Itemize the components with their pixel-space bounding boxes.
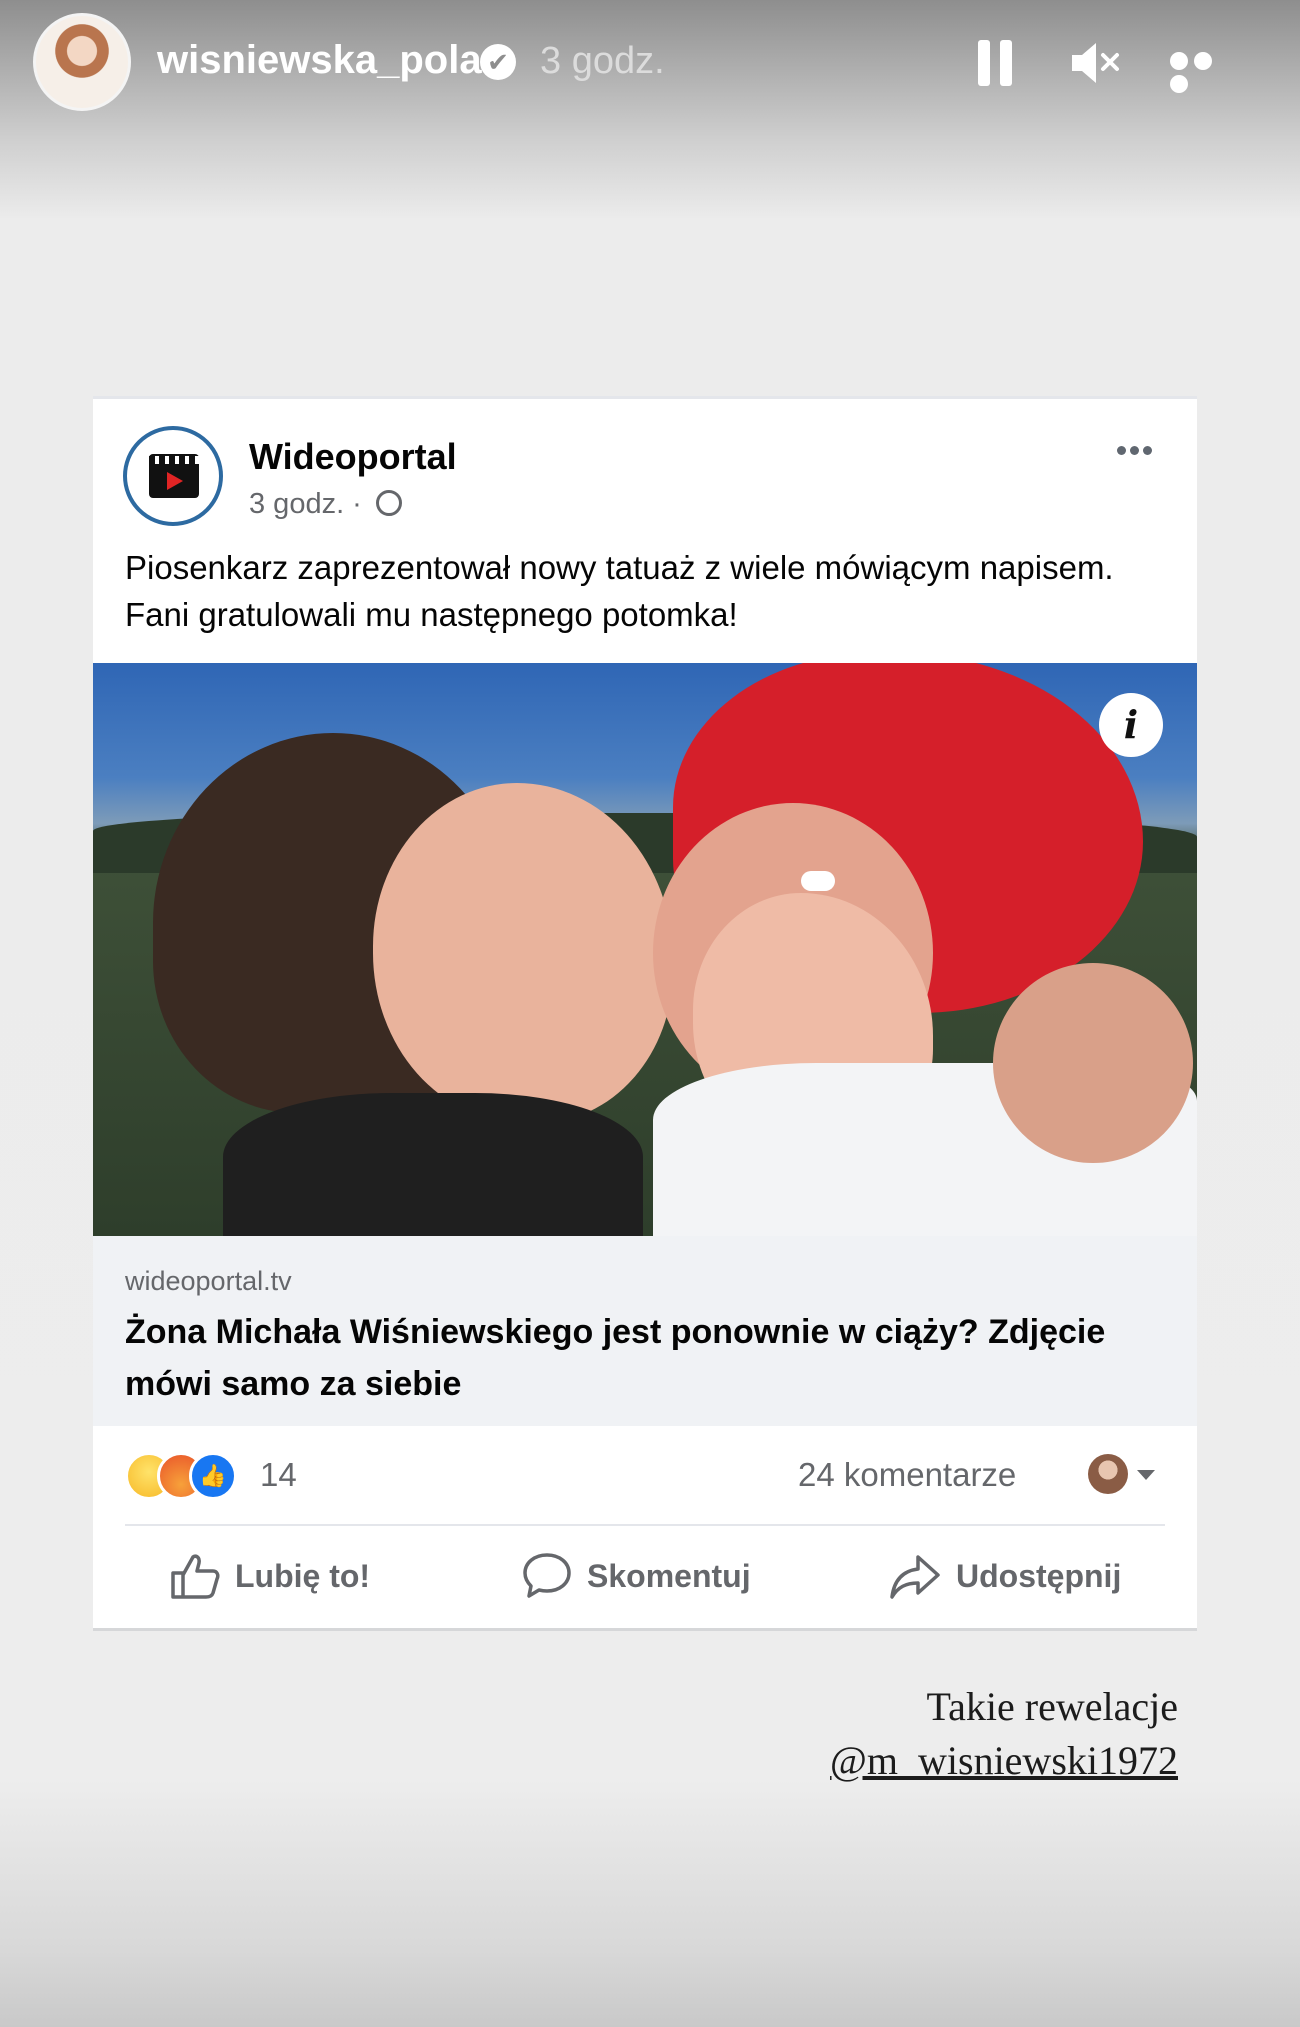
story-caption: Takie rewelacje @m_wisniewski1972 bbox=[830, 1680, 1178, 1788]
mute-icon[interactable] bbox=[1068, 38, 1122, 88]
mention-link[interactable]: @m_wisniewski1972 bbox=[830, 1734, 1178, 1788]
chevron-down-icon[interactable] bbox=[1137, 1470, 1155, 1480]
photo-shoulder bbox=[993, 963, 1193, 1163]
card-top-border bbox=[93, 396, 1197, 399]
share-button[interactable]: Udostępnij bbox=[888, 1546, 1121, 1606]
link-domain: wideoportal.tv bbox=[125, 1266, 292, 1296]
comment-button[interactable]: Skomentuj bbox=[521, 1546, 751, 1606]
post-text: Piosenkarz zaprezentował nowy tatuaż z w… bbox=[125, 549, 1114, 633]
page-name[interactable]: Wideoportal bbox=[249, 436, 457, 478]
like-button[interactable]: Lubię to! bbox=[169, 1546, 370, 1606]
share-button-label: Udostępnij bbox=[956, 1557, 1122, 1594]
post-meta: 3 godz. · bbox=[249, 488, 402, 521]
photo-earbud bbox=[801, 871, 835, 891]
reaction-count: 14 bbox=[260, 1456, 297, 1493]
story-time: 3 godz. bbox=[540, 40, 665, 82]
photo-shirt-left bbox=[223, 1093, 643, 1236]
comment-button-label: Skomentuj bbox=[587, 1557, 751, 1594]
like-button-label: Lubię to! bbox=[235, 1557, 371, 1594]
link-preview[interactable]: wideoportal.tv Żona Michała Wiśniewskieg… bbox=[93, 1236, 1197, 1426]
clapperboard-icon bbox=[149, 454, 199, 498]
post-menu-icon[interactable] bbox=[1117, 442, 1167, 456]
link-title[interactable]: Żona Michała Wiśniewskiego jest ponownie… bbox=[125, 1306, 1155, 1410]
comment-bubble-icon bbox=[523, 1553, 571, 1598]
verified-badge-icon: ✔ bbox=[480, 44, 516, 80]
pause-icon[interactable] bbox=[978, 40, 1014, 86]
comments-count[interactable]: 24 komentarze bbox=[798, 1456, 1016, 1494]
story-header: wisniewska_pola ✔ 3 godz. bbox=[0, 0, 1300, 130]
like-thumb-icon bbox=[171, 1554, 220, 1599]
card-bottom-border bbox=[93, 1628, 1197, 1631]
post-image[interactable]: i bbox=[93, 663, 1197, 1236]
caption-text: Takie rewelacje bbox=[926, 1684, 1178, 1729]
actions-divider bbox=[125, 1524, 1165, 1526]
shared-post-card[interactable]: Wideoportal 3 godz. · Piosenkarz zapreze… bbox=[93, 396, 1197, 1628]
like-reaction-icon: 👍 bbox=[189, 1452, 237, 1500]
play-icon bbox=[167, 472, 183, 490]
user-avatar[interactable] bbox=[33, 13, 131, 111]
story-username[interactable]: wisniewska_pola bbox=[157, 38, 482, 83]
more-icon[interactable] bbox=[1170, 52, 1240, 93]
post-time: 3 godz. · bbox=[249, 488, 362, 520]
story-view: wisniewska_pola ✔ 3 godz. Wideoportal 3 … bbox=[0, 0, 1300, 2027]
commenter-avatar[interactable] bbox=[1088, 1454, 1128, 1494]
page-avatar[interactable] bbox=[123, 426, 223, 526]
info-icon[interactable]: i bbox=[1099, 693, 1163, 757]
globe-icon bbox=[375, 490, 402, 516]
share-arrow-icon bbox=[890, 1555, 940, 1599]
